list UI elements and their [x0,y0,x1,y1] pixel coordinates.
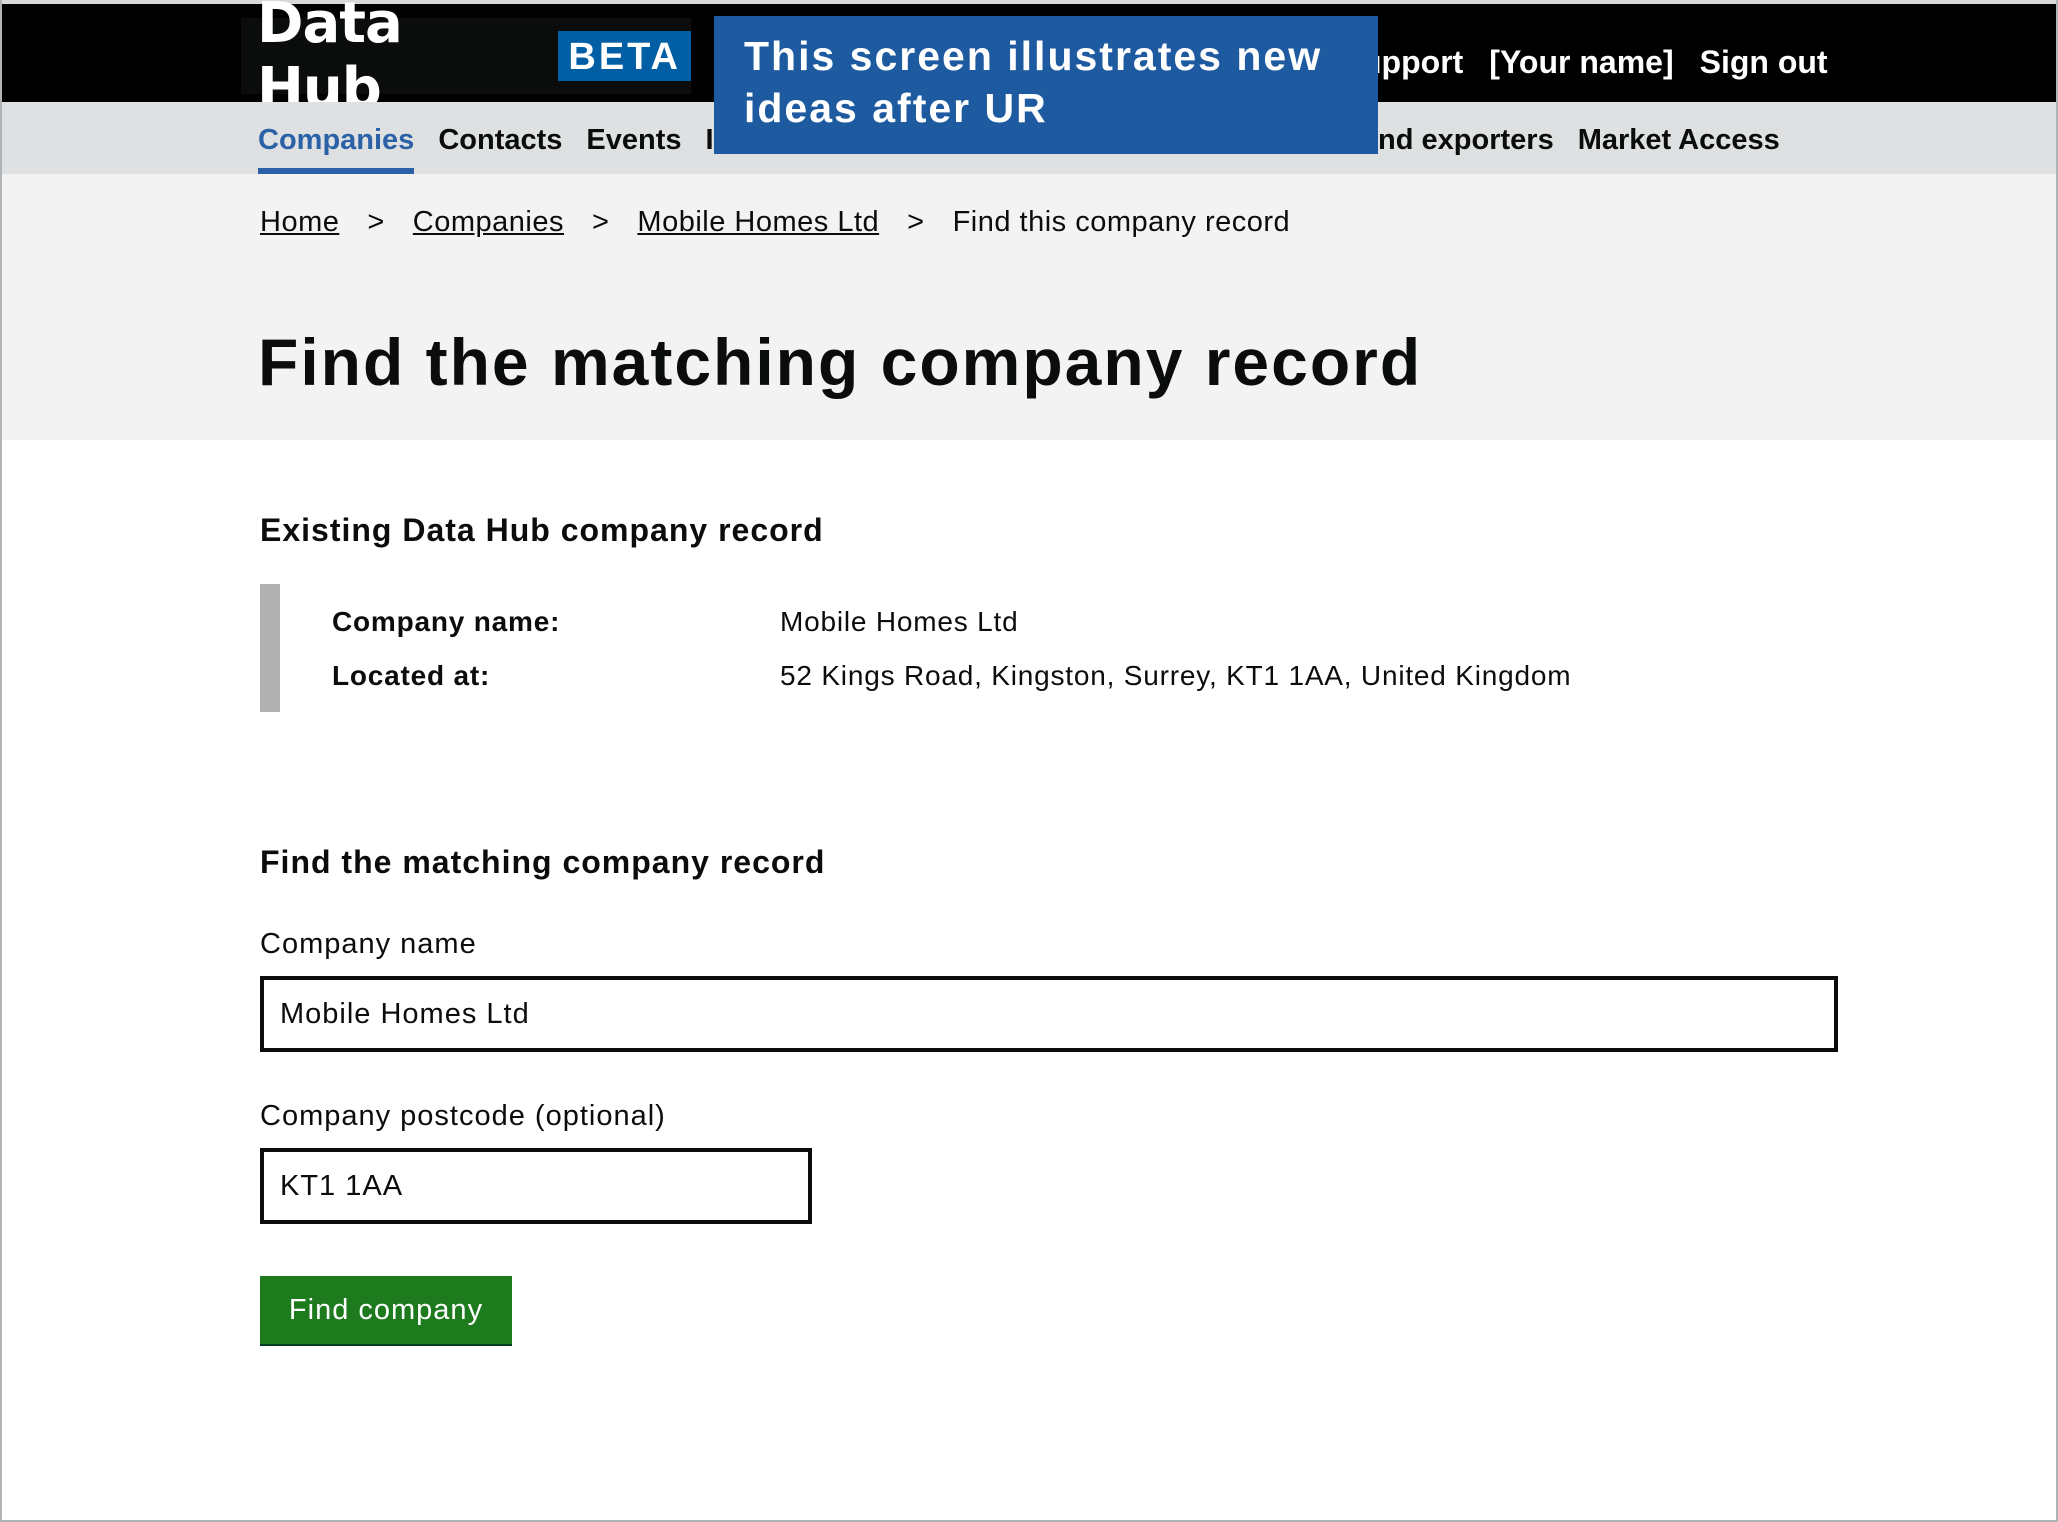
breadcrumb-companies[interactable]: Companies [413,206,564,239]
browser-frame: Data Hub BETA upport [Your name] Sign ou… [0,0,2058,1522]
nav-item-market-access[interactable]: Market Access [1578,102,1780,174]
postcode-field-label: Company postcode (optional) [260,1100,666,1132]
located-at-label: Located at: [332,660,491,691]
user-name-link[interactable]: [Your name] [1489,44,1673,81]
nav-item-companies[interactable]: Companies [258,102,415,174]
company-name-label: Company name: [332,606,561,637]
company-name-input[interactable] [260,976,1838,1052]
breadcrumb-separator: > [367,206,385,238]
breadcrumb: Home > Companies > Mobile Homes Ltd > Fi… [260,206,1290,239]
nav-item-contacts[interactable]: Contacts [438,102,562,174]
nav-item-find-exporters[interactable]: ind exporters [1370,102,1554,174]
company-name-field-label: Company name [260,928,477,960]
company-name-value: Mobile Homes Ltd [780,606,1019,637]
existing-record-heading: Existing Data Hub company record [260,512,824,548]
ur-annotation-banner: This screen illustrates new ideas after … [714,16,1378,154]
beta-badge: BETA [558,31,691,81]
located-at-value: 52 Kings Road, Kingston, Surrey, KT1 1AA… [780,660,1572,691]
page-header: Home > Companies > Mobile Homes Ltd > Fi… [2,174,2056,440]
find-record-heading: Find the matching company record [260,844,826,880]
postcode-input[interactable] [260,1148,812,1224]
breadcrumb-separator: > [591,206,610,238]
breadcrumb-company[interactable]: Mobile Homes Ltd [637,206,879,239]
data-hub-logo[interactable]: Data Hub BETA [241,0,691,121]
existing-record-details: Company name: Mobile Homes Ltd Located a… [260,584,1660,712]
header-links: upport [Your name] Sign out [1362,44,1828,81]
sign-out-link[interactable]: Sign out [1700,44,1828,81]
breadcrumb-separator: > [907,206,925,238]
breadcrumb-home[interactable]: Home [260,206,339,239]
breadcrumb-current: Find this company record [952,206,1291,238]
located-at-row: Located at: 52 Kings Road, Kingston, Sur… [332,660,1571,692]
company-name-row: Company name: Mobile Homes Ltd [332,606,1018,638]
nav-item-events[interactable]: Events [586,102,681,174]
page-title: Find the matching company record [258,325,1423,399]
find-company-button[interactable]: Find company [260,1276,512,1344]
